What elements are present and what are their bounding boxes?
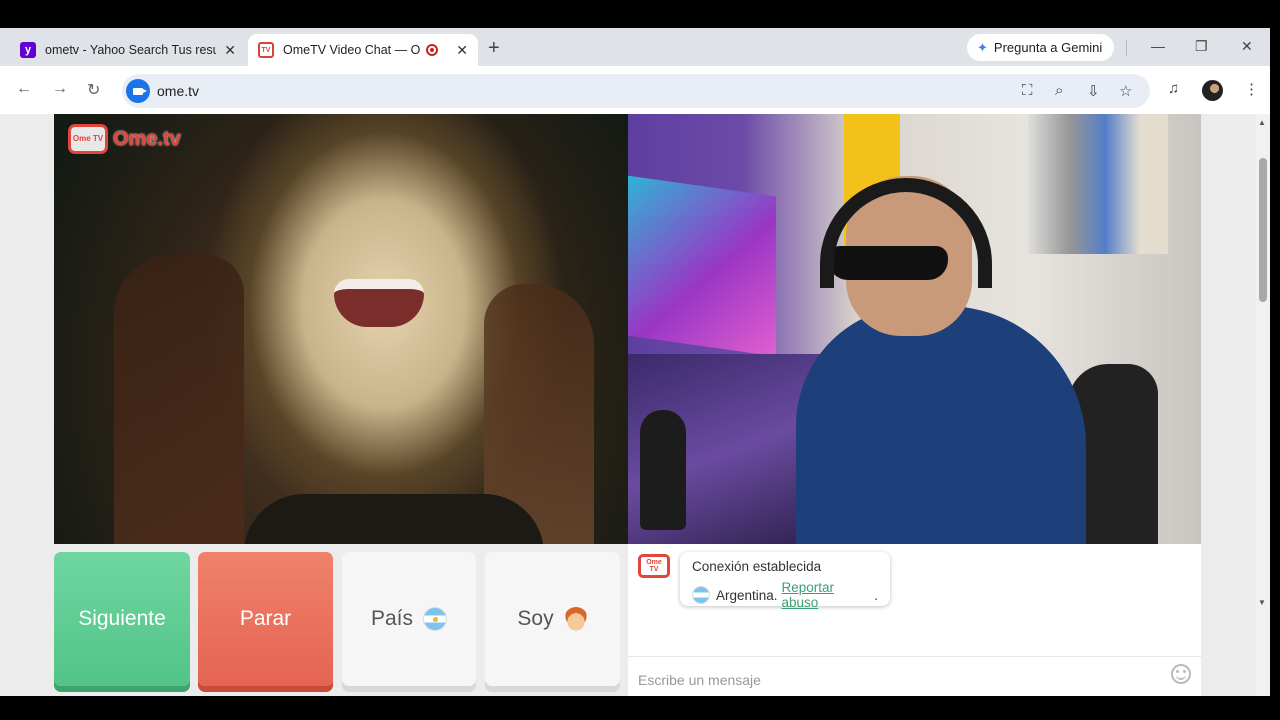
system-message: Conexión establecida Argentina. Reportar… bbox=[680, 552, 890, 610]
yahoo-icon: y bbox=[20, 42, 36, 58]
bookmark-star-icon[interactable]: ☆ bbox=[1119, 82, 1132, 100]
stop-button[interactable]: Parar bbox=[198, 552, 333, 686]
scroll-down-icon[interactable]: ▼ bbox=[1258, 598, 1266, 607]
video-detail bbox=[244, 494, 544, 544]
emoji-icon[interactable] bbox=[1171, 664, 1191, 684]
video-detail bbox=[640, 410, 686, 530]
gender-button[interactable]: Soy bbox=[485, 552, 620, 686]
report-suffix: . bbox=[874, 587, 878, 603]
gender-label: Soy bbox=[517, 607, 554, 630]
new-tab-button[interactable]: + bbox=[488, 38, 500, 58]
toolbar: ← → ↻ ome.tv ⛶ ⌕ ⇩ ☆ ♫ ⋮ bbox=[0, 66, 1270, 114]
gemini-sparkle-icon: ✦ bbox=[977, 39, 988, 55]
tab-title: ometv - Yahoo Search Tus resul bbox=[45, 43, 217, 57]
video-detail bbox=[114, 254, 244, 544]
self-video bbox=[628, 114, 1201, 544]
gemini-label: Pregunta a Gemini bbox=[993, 40, 1103, 55]
divider bbox=[1126, 40, 1127, 56]
screen: y ometv - Yahoo Search Tus resul ✕ TV Om… bbox=[0, 0, 1280, 720]
connection-status: Conexión establecida bbox=[692, 559, 822, 574]
country-button[interactable]: País bbox=[342, 552, 476, 686]
close-icon[interactable]: ✕ bbox=[456, 42, 468, 59]
video-detail bbox=[628, 175, 776, 357]
partner-country: Argentina. bbox=[715, 587, 778, 603]
country-label: País bbox=[370, 607, 414, 630]
report-abuse-link[interactable]: Reportar abuso bbox=[781, 580, 874, 610]
page-content: Ome TV Ome.tv Siguiente Parar País Soy O… bbox=[0, 114, 1256, 696]
forward-icon[interactable]: → bbox=[52, 80, 68, 98]
ometv-icon: TV bbox=[258, 42, 274, 58]
tab-yahoo-search[interactable]: y ometv - Yahoo Search Tus resul ✕ bbox=[10, 34, 246, 66]
close-icon[interactable]: ✕ bbox=[224, 42, 236, 59]
tab-title: OmeTV Video Chat — Ome bbox=[283, 43, 421, 57]
url-text: ome.tv bbox=[157, 83, 200, 99]
translate-icon[interactable]: ⛶ bbox=[1022, 82, 1033, 99]
back-icon[interactable]: ← bbox=[16, 80, 32, 98]
restore-icon[interactable]: ❐ bbox=[1195, 38, 1208, 55]
avatar[interactable] bbox=[1202, 80, 1223, 101]
gemini-button[interactable]: ✦ Pregunta a Gemini bbox=[967, 34, 1115, 61]
ometv-logo: Ome TV Ome.tv bbox=[68, 124, 181, 154]
install-app-icon[interactable]: ⇩ bbox=[1087, 82, 1100, 100]
tab-ometv[interactable]: TV OmeTV Video Chat — Ome ✕ bbox=[248, 34, 478, 66]
site-info-icon[interactable] bbox=[126, 79, 150, 103]
scrollbar-thumb[interactable] bbox=[1259, 158, 1267, 302]
message-placeholder: Escribe un mensaje bbox=[638, 672, 761, 688]
message-input[interactable]: Escribe un mensaje bbox=[628, 656, 1201, 696]
next-button[interactable]: Siguiente bbox=[54, 552, 190, 686]
media-control-icon[interactable]: ♫ bbox=[1168, 80, 1179, 97]
argentina-flag-icon bbox=[423, 607, 448, 631]
logo-brand: Ome.tv bbox=[113, 127, 181, 150]
address-bar[interactable]: ome.tv ⛶ ⌕ ⇩ ☆ bbox=[122, 74, 1150, 108]
recording-icon bbox=[426, 44, 439, 56]
reload-icon[interactable]: ↻ bbox=[87, 80, 100, 100]
video-detail bbox=[334, 279, 424, 327]
scroll-up-icon[interactable]: ▲ bbox=[1258, 118, 1266, 127]
video-detail bbox=[1028, 114, 1168, 254]
video-detail bbox=[796, 306, 1086, 544]
boy-avatar-icon bbox=[563, 607, 588, 631]
close-window-icon[interactable]: ✕ bbox=[1241, 38, 1253, 55]
ometv-chat-icon: Ome TV bbox=[638, 554, 670, 578]
browser-window: y ometv - Yahoo Search Tus resul ✕ TV Om… bbox=[0, 28, 1270, 696]
tv-logo-icon: Ome TV bbox=[68, 124, 108, 154]
minimize-icon[interactable]: — bbox=[1151, 38, 1165, 54]
zoom-icon[interactable]: ⌕ bbox=[1055, 82, 1063, 99]
argentina-flag-icon bbox=[692, 586, 710, 604]
tab-strip: y ometv - Yahoo Search Tus resul ✕ TV Om… bbox=[0, 28, 1270, 66]
menu-icon[interactable]: ⋮ bbox=[1244, 80, 1259, 98]
partner-video: Ome TV Ome.tv bbox=[54, 114, 628, 544]
chat-panel: Ome TV Conexión establecida Argentina. R… bbox=[628, 544, 1201, 696]
